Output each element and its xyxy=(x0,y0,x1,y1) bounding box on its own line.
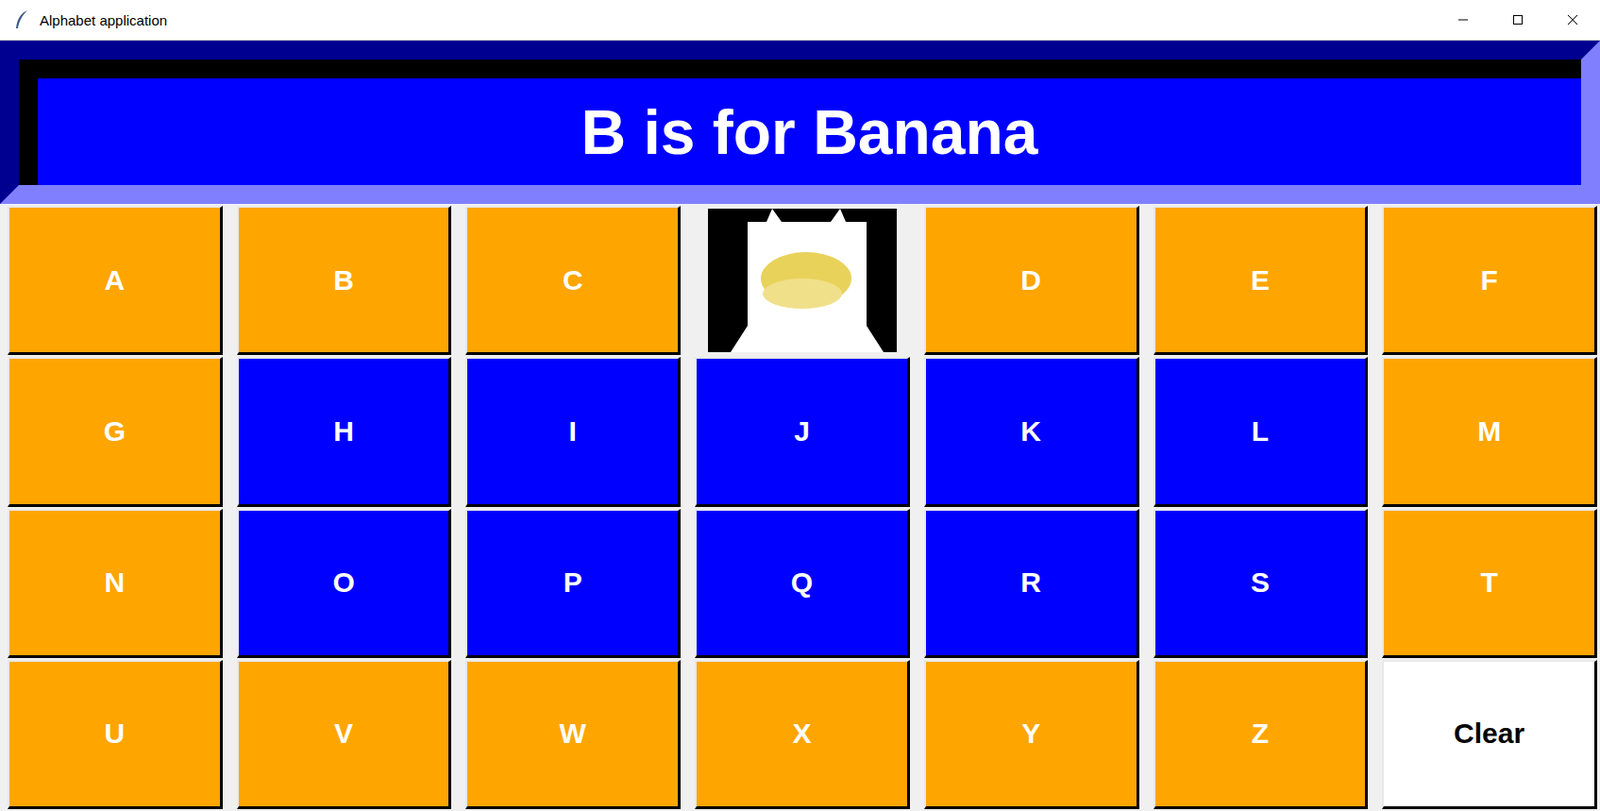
app-window: Alphabet application B is for Banana ABC… xyxy=(0,0,1600,811)
letter-button[interactable]: J xyxy=(694,356,910,506)
letter-button[interactable]: Q xyxy=(694,508,910,658)
letter-button[interactable]: E xyxy=(1153,205,1369,355)
letter-button[interactable]: Y xyxy=(924,659,1140,809)
letter-button[interactable]: X xyxy=(694,659,910,809)
maximize-button[interactable] xyxy=(1490,0,1546,40)
minimize-icon xyxy=(1457,14,1469,26)
letter-button[interactable]: V xyxy=(236,659,453,809)
banana-photo xyxy=(707,208,897,353)
title-bar: Alphabet application xyxy=(0,0,1600,41)
letter-button[interactable]: R xyxy=(924,508,1140,658)
letter-button[interactable]: U xyxy=(7,659,223,809)
letter-button[interactable]: A xyxy=(7,205,223,355)
letter-button[interactable]: Z xyxy=(1153,659,1369,809)
letter-button[interactable]: S xyxy=(1153,508,1369,658)
letter-button[interactable]: F xyxy=(1381,205,1598,355)
letter-button[interactable]: I xyxy=(465,356,681,506)
letter-button[interactable]: W xyxy=(465,659,681,809)
letter-button[interactable]: C xyxy=(465,205,681,355)
minimize-button[interactable] xyxy=(1435,0,1491,40)
letter-grid: ABC DEF GHIJKLM NOPQRST UVWXYZClear xyxy=(0,203,1600,811)
close-button[interactable] xyxy=(1545,0,1600,40)
letter-button[interactable]: N xyxy=(7,508,223,658)
clear-button[interactable]: Clear xyxy=(1381,659,1598,809)
picture-cell xyxy=(694,205,910,355)
header-text: B is for Banana xyxy=(580,96,1038,169)
letter-button[interactable]: P xyxy=(465,508,681,658)
letter-button[interactable]: G xyxy=(7,356,223,506)
letter-button[interactable]: D xyxy=(924,205,1140,355)
letter-button[interactable]: K xyxy=(924,356,1140,506)
letter-button[interactable]: B xyxy=(236,205,453,355)
letter-button[interactable]: M xyxy=(1381,356,1598,506)
letter-button[interactable]: L xyxy=(1153,356,1369,506)
close-icon xyxy=(1566,14,1579,26)
window-title: Alphabet application xyxy=(39,12,168,29)
letter-button[interactable]: O xyxy=(236,508,453,658)
header-banner: B is for Banana xyxy=(0,40,1600,204)
maximize-icon xyxy=(1512,14,1524,26)
letter-button[interactable]: H xyxy=(236,356,453,506)
feather-icon xyxy=(13,9,31,31)
letter-button[interactable]: T xyxy=(1381,508,1598,658)
